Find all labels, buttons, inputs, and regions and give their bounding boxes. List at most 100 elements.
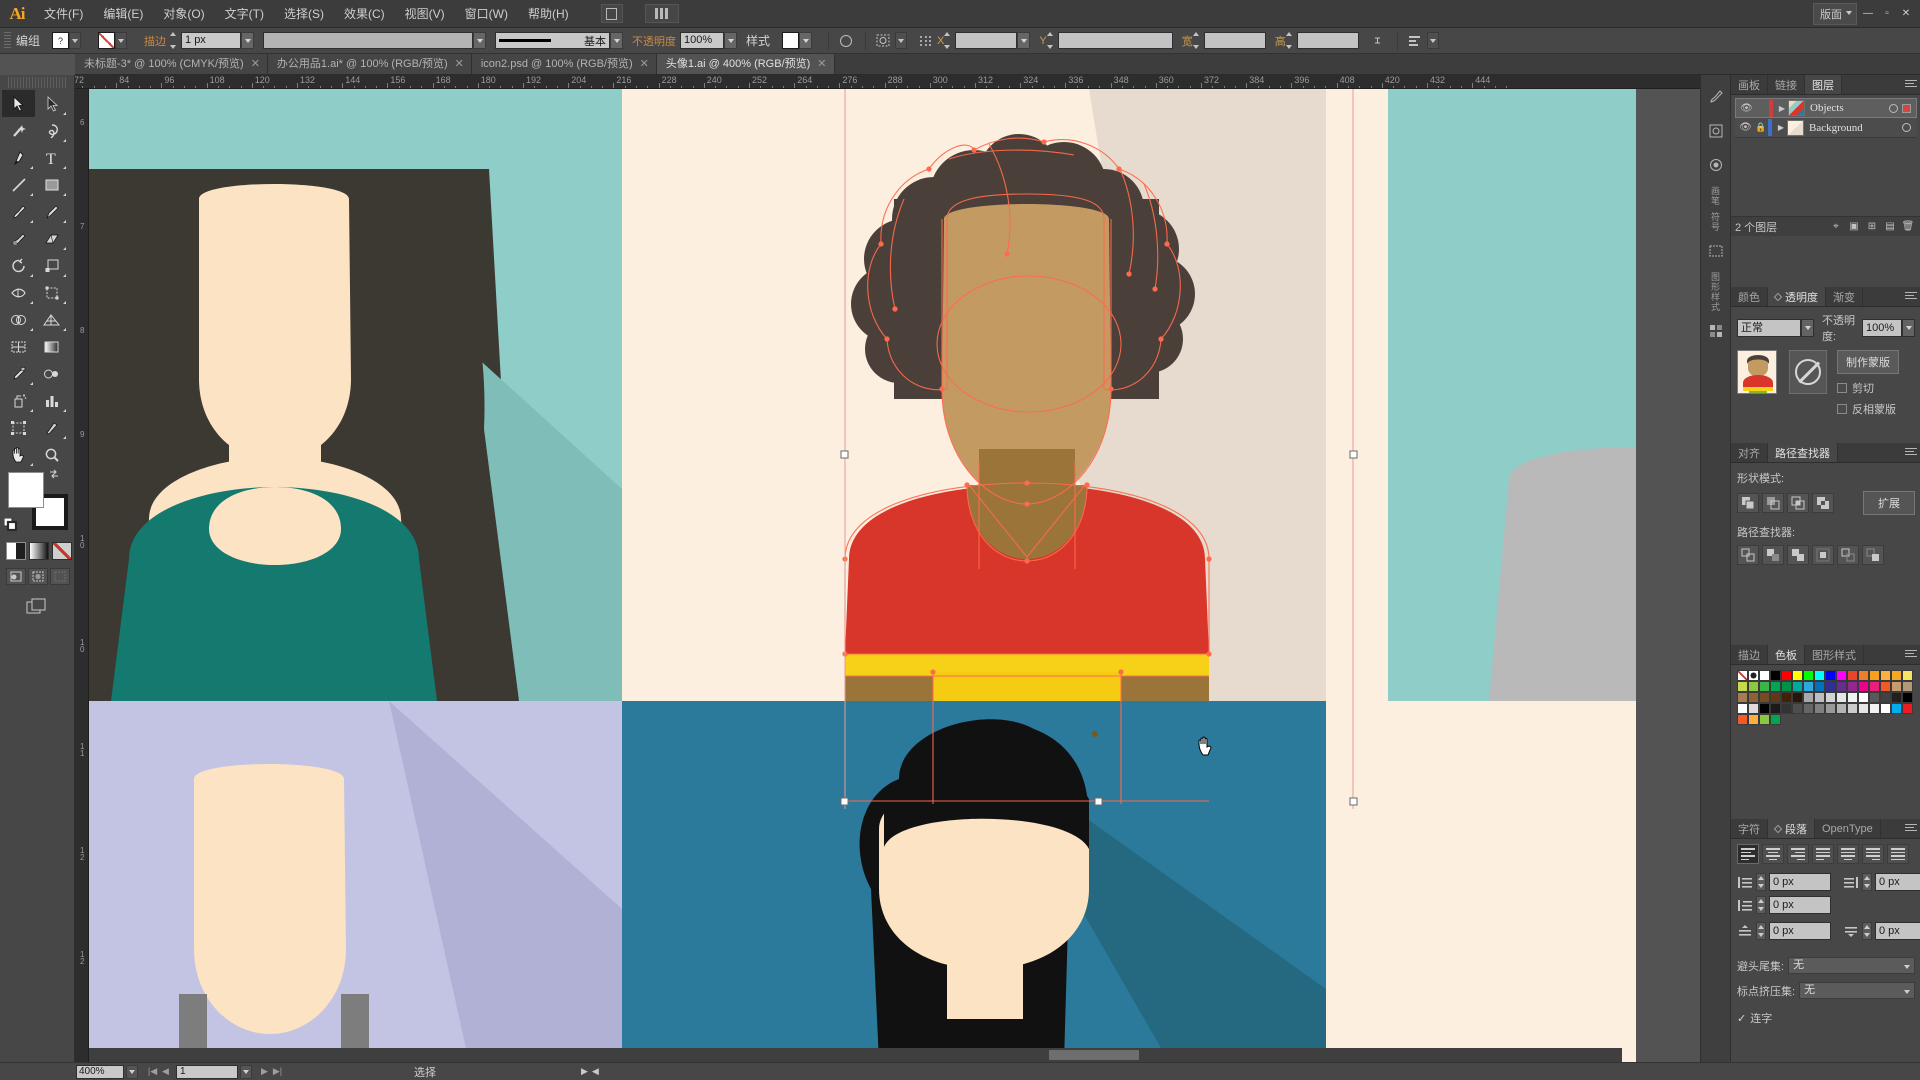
color-swatch[interactable]	[1836, 681, 1847, 692]
default-fill-stroke-icon[interactable]	[4, 518, 17, 531]
perspective-grid-tool[interactable]	[35, 306, 68, 333]
hand-tool[interactable]	[2, 441, 35, 468]
color-swatch[interactable]	[1869, 670, 1880, 681]
transparency-panel-menu-icon[interactable]	[1905, 292, 1917, 302]
color-swatch[interactable]	[1748, 692, 1759, 703]
isolate-group-icon[interactable]	[873, 32, 893, 50]
color-swatch[interactable]	[1759, 681, 1770, 692]
width-tool[interactable]	[2, 279, 35, 306]
blend-mode-arrow[interactable]	[1801, 319, 1814, 337]
unite-button[interactable]	[1737, 493, 1759, 513]
tab-stroke[interactable]: 描边	[1731, 645, 1768, 664]
color-swatch[interactable]	[1858, 670, 1869, 681]
invert-mask-checkbox[interactable]	[1837, 404, 1847, 414]
color-swatch[interactable]	[1880, 703, 1891, 714]
status-collapse-icon[interactable]: ◀	[592, 1066, 599, 1077]
opacity-field[interactable]: 100%	[680, 32, 725, 49]
color-swatch[interactable]	[1858, 681, 1869, 692]
artboards-rail-icon[interactable]	[1703, 238, 1729, 264]
tab-transparency[interactable]: 透明度	[1768, 287, 1826, 306]
color-swatch[interactable]	[1891, 692, 1902, 703]
tab-gradient[interactable]: 渐变	[1826, 287, 1863, 306]
workspace-switcher[interactable]: 版面	[1813, 2, 1857, 25]
first-line-indent-field[interactable]: 0 px	[1769, 896, 1831, 914]
rail-label-styles[interactable]: 图形样式	[1709, 272, 1722, 312]
panel-opacity-field[interactable]: 100%	[1862, 319, 1902, 337]
color-swatch[interactable]	[1869, 681, 1880, 692]
color-swatch[interactable]	[1759, 670, 1770, 681]
tab-close-icon[interactable]: ✕	[251, 54, 260, 74]
graphic-style-arrow[interactable]	[799, 32, 813, 49]
color-swatch[interactable]	[1836, 692, 1847, 703]
rotate-tool[interactable]	[2, 252, 35, 279]
swatches-grid[interactable]	[1737, 670, 1913, 725]
lasso-tool[interactable]	[35, 117, 68, 144]
document-tab-2[interactable]: 办公用品1.ai* @ 100% (RGB/预览) ✕	[267, 54, 472, 74]
gradient-mode-button[interactable]	[29, 542, 49, 560]
color-swatch[interactable]	[1902, 692, 1913, 703]
menu-window[interactable]: 窗口(W)	[455, 0, 518, 28]
magic-wand-tool[interactable]	[2, 117, 35, 144]
opacity-combo[interactable]: 100%	[680, 32, 738, 49]
color-swatch[interactable]	[1803, 681, 1814, 692]
bridge-button[interactable]	[600, 4, 623, 23]
color-swatch[interactable]	[1891, 670, 1902, 681]
width-stepper[interactable]	[1192, 32, 1203, 49]
color-swatch[interactable]	[1847, 681, 1858, 692]
fill-color-swatch[interactable]	[8, 472, 44, 508]
target-circle-icon[interactable]	[1889, 103, 1898, 113]
height-stepper[interactable]	[1285, 32, 1296, 49]
last-page-icon[interactable]: ▶|	[271, 1066, 284, 1077]
crop-button[interactable]	[1812, 545, 1834, 565]
first-page-icon[interactable]: |◀	[146, 1066, 159, 1077]
menu-select[interactable]: 选择(S)	[274, 0, 334, 28]
color-swatch[interactable]	[1847, 692, 1858, 703]
selection-tool[interactable]	[2, 90, 35, 117]
menu-file[interactable]: 文件(F)	[34, 0, 93, 28]
color-swatch[interactable]	[1825, 670, 1836, 681]
chevron-right-icon[interactable]: ▶	[1776, 104, 1788, 113]
locate-object-icon[interactable]: ⌖	[1827, 219, 1845, 235]
color-swatch[interactable]	[1759, 714, 1770, 725]
column-graph-tool[interactable]	[35, 387, 68, 414]
color-swatch[interactable]	[1836, 670, 1847, 681]
tab-close-icon[interactable]: ✕	[640, 54, 649, 74]
space-after-field[interactable]: 0 px	[1875, 922, 1920, 940]
hyphenate-row[interactable]: ✓ 连字	[1737, 1010, 1915, 1026]
trim-button[interactable]	[1762, 545, 1784, 565]
color-swatch[interactable]	[1770, 714, 1781, 725]
type-tool[interactable]: T	[35, 144, 68, 171]
free-transform-tool[interactable]	[35, 279, 68, 306]
vertical-ruler[interactable]: 6 7 8 9 1 0 1 0 1 1 1 2 1 2	[75, 89, 89, 1062]
isolate-arrow[interactable]	[895, 32, 908, 49]
new-layer-icon[interactable]: ▤	[1881, 219, 1899, 235]
width-field[interactable]	[1203, 32, 1266, 49]
height-field[interactable]	[1296, 32, 1359, 49]
align-options-icon[interactable]	[1405, 32, 1425, 50]
scale-tool[interactable]	[35, 252, 68, 279]
minimize-button[interactable]: —	[1860, 6, 1876, 22]
canvas-area[interactable]	[89, 89, 1636, 1062]
color-swatch[interactable]	[1902, 670, 1913, 681]
zoom-tool[interactable]	[35, 441, 68, 468]
line-segment-tool[interactable]	[2, 171, 35, 198]
fill-swatch[interactable]: ?	[52, 32, 70, 49]
width-profile-field[interactable]	[263, 32, 474, 49]
tab-align[interactable]: 对齐	[1731, 443, 1768, 462]
color-swatch[interactable]	[1748, 714, 1759, 725]
opacity-label[interactable]: 不透明度	[632, 33, 676, 49]
stroke-swatch-none[interactable]	[98, 32, 116, 49]
stroke-weight-label[interactable]: 描边	[144, 33, 166, 49]
tab-swatches[interactable]: 色板	[1768, 645, 1805, 664]
color-swatch[interactable]	[1781, 670, 1792, 681]
tab-paragraph[interactable]: 段落	[1768, 819, 1815, 838]
blend-tool[interactable]	[35, 360, 68, 387]
first-line-indent-stepper[interactable]	[1756, 896, 1766, 914]
color-swatch[interactable]	[1814, 703, 1825, 714]
eraser-tool[interactable]	[35, 225, 68, 252]
blend-mode-combo[interactable]: 正常	[1737, 319, 1814, 337]
hyphenate-checkbox[interactable]: ✓	[1737, 1012, 1746, 1025]
screen-mode-toggle-button[interactable]	[23, 595, 51, 617]
blend-mode-field[interactable]: 正常	[1737, 319, 1801, 337]
status-text[interactable]: 选择	[414, 1064, 436, 1080]
